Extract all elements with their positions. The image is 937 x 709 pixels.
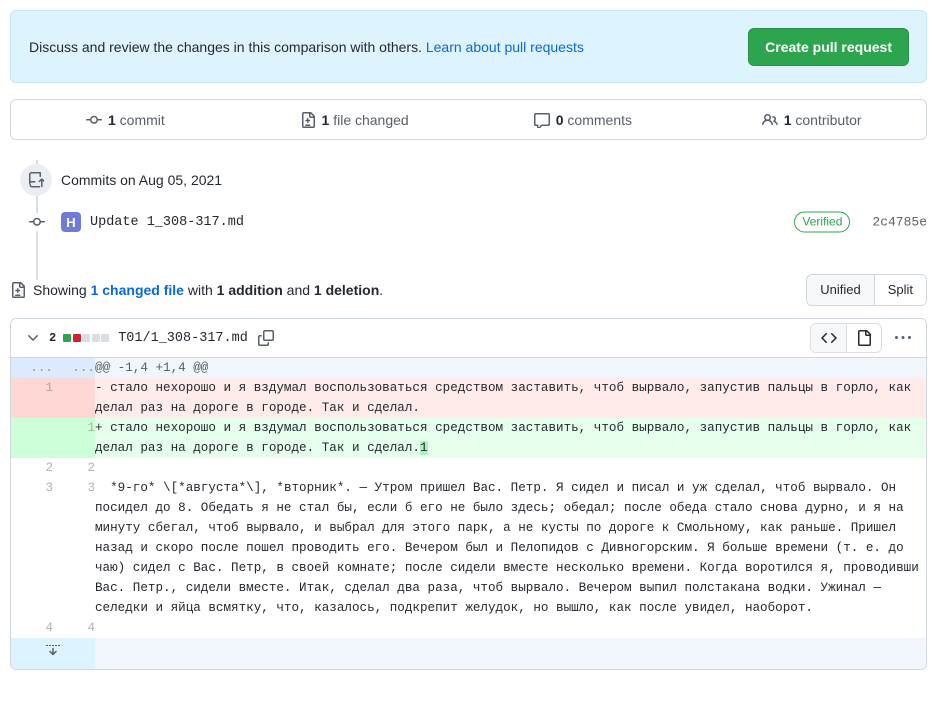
showing-prefix: Showing bbox=[33, 282, 91, 298]
file-icon[interactable] bbox=[846, 324, 881, 352]
diff-row-addition: 1 + стало нехорошо и я вздумал воспользо… bbox=[11, 418, 926, 458]
file-diff-header: 2 T01/1_308-317.md bbox=[11, 319, 926, 358]
stat-files-changed[interactable]: 1 file changed bbox=[240, 111, 469, 128]
stat-comments-text: 0 comments bbox=[556, 112, 632, 128]
showing-middle: with bbox=[183, 282, 217, 298]
diff-line-content: *9-го* \[*августа*\], *вторник*. — Утром… bbox=[95, 478, 926, 618]
diff-line-content: - стало нехорошо и я вздумал воспользова… bbox=[95, 378, 926, 418]
avatar[interactable]: H bbox=[61, 212, 81, 232]
commit-node-icon bbox=[28, 213, 46, 231]
file-diff-icon bbox=[10, 282, 26, 298]
commit-icon bbox=[85, 112, 102, 128]
diff-row-deletion: 1 - стало нехорошо и я вздумал воспользо… bbox=[11, 378, 926, 418]
stat-contributors[interactable]: 1 contributor bbox=[697, 112, 926, 128]
line-number-old[interactable]: 1 bbox=[11, 378, 53, 418]
stat-commits-text: 1 commit bbox=[108, 112, 165, 128]
compare-banner: Discuss and review the changes in this c… bbox=[10, 10, 927, 83]
diff-line-content bbox=[95, 618, 926, 638]
diff-hunk-header-text: @@ -1,4 +1,4 @@ bbox=[95, 358, 926, 378]
diff-stat-square-neutral bbox=[91, 334, 100, 342]
expand-down-icon bbox=[45, 642, 61, 658]
expand-down-button[interactable] bbox=[11, 638, 95, 669]
diff-stat-square-del bbox=[72, 334, 81, 342]
additions-count: 1 addition bbox=[216, 282, 283, 298]
showing-suffix: . bbox=[379, 282, 384, 298]
diff-summary-row: Showing 1 changed file with 1 addition a… bbox=[10, 274, 927, 306]
file-diff-icon bbox=[300, 111, 316, 128]
learn-about-pull-requests-link[interactable]: Learn about pull requests bbox=[426, 39, 584, 55]
tab-split[interactable]: Split bbox=[873, 275, 926, 305]
diff-stat-square-neutral bbox=[101, 334, 110, 342]
banner-message: Discuss and review the changes in this c… bbox=[29, 39, 584, 55]
chevron-down-icon[interactable] bbox=[25, 330, 41, 346]
stat-contributors-label: contributor bbox=[791, 111, 862, 128]
kebab-horizontal-icon[interactable] bbox=[890, 325, 916, 351]
diff-view-toggle: Unified Split bbox=[806, 274, 927, 306]
diff-row-context: 4 4 bbox=[11, 618, 926, 638]
commit-meta: Verified 2c4785e bbox=[794, 211, 927, 233]
diff-line-content bbox=[95, 458, 926, 478]
diff-line-content: + стало нехорошо и я вздумал воспользова… bbox=[95, 418, 926, 458]
commits-group-label: Commits on Aug 05, 2021 bbox=[61, 172, 223, 188]
diff-row-context: 3 3 *9-го* \[*августа*\], *вторник*. — У… bbox=[11, 478, 926, 618]
copy-icon[interactable] bbox=[257, 330, 274, 346]
create-pull-request-button[interactable]: Create pull request bbox=[748, 27, 909, 66]
commit-sha-link[interactable]: 2c4785e bbox=[872, 215, 927, 230]
diff-stat-squares bbox=[63, 334, 110, 342]
code-icon[interactable] bbox=[811, 324, 846, 352]
status-badge[interactable]: Verified bbox=[794, 211, 851, 233]
line-number-new[interactable]: 4 bbox=[53, 618, 95, 638]
compare-stats-bar: 1 commit 1 file changed 0 comments 1 con… bbox=[10, 99, 927, 140]
banner-message-text: Discuss and review the changes in this c… bbox=[29, 38, 426, 55]
stat-commits[interactable]: 1 commit bbox=[11, 112, 240, 128]
expand-row-filler bbox=[95, 638, 926, 669]
diff-line-text: + стало нехорошо и я вздумал воспользова… bbox=[95, 421, 919, 455]
stat-comments-label: comments bbox=[563, 111, 632, 128]
file-diff-container: 2 T01/1_308-317.md ... ... @@ -1,4 +1,4 … bbox=[10, 318, 927, 670]
commit-message-link[interactable]: Update 1_308-317.md bbox=[90, 215, 244, 230]
avatar-glyph: H bbox=[66, 214, 76, 230]
file-path[interactable]: T01/1_308-317.md bbox=[118, 331, 248, 346]
line-number-old[interactable]: 3 bbox=[11, 478, 53, 618]
file-view-toggle bbox=[810, 323, 882, 353]
stat-comments[interactable]: 0 comments bbox=[469, 112, 698, 128]
diff-stat-square-add bbox=[63, 334, 72, 342]
diff-expand-row bbox=[11, 638, 926, 669]
diff-stat-square-neutral bbox=[82, 334, 91, 342]
stat-comments-count: 0 bbox=[555, 111, 564, 128]
commits-section: Commits on Aug 05, 2021 H Update 1_308-3… bbox=[10, 160, 927, 280]
commits-group-header: Commits on Aug 05, 2021 bbox=[10, 160, 927, 200]
line-number-new[interactable]: 1 bbox=[53, 418, 95, 458]
line-number-new[interactable]: 3 bbox=[53, 478, 95, 618]
line-number-old[interactable]: ... bbox=[11, 358, 53, 378]
diff-summary-text: Showing 1 changed file with 1 addition a… bbox=[33, 282, 383, 298]
stat-commits-label: commit bbox=[115, 111, 165, 128]
repo-push-icon bbox=[20, 164, 52, 196]
stat-commits-count: 1 bbox=[107, 111, 116, 128]
people-icon bbox=[761, 112, 778, 128]
diff-hunk-header-row: ... ... @@ -1,4 +1,4 @@ bbox=[11, 358, 926, 378]
line-number-new[interactable]: ... bbox=[53, 358, 95, 378]
line-number-old[interactable]: 2 bbox=[11, 458, 53, 478]
showing-conjunction: and bbox=[282, 282, 314, 298]
stat-contributors-count: 1 bbox=[783, 111, 792, 128]
word-diff-highlight: 1 bbox=[419, 441, 428, 455]
line-number-new[interactable]: 2 bbox=[53, 458, 95, 478]
file-change-count: 2 bbox=[49, 331, 57, 345]
commit-row: H Update 1_308-317.md Verified 2c4785e bbox=[10, 200, 927, 244]
tab-unified[interactable]: Unified bbox=[807, 275, 874, 305]
line-number-old[interactable] bbox=[11, 418, 53, 458]
line-number-old[interactable]: 4 bbox=[11, 618, 53, 638]
diff-table: ... ... @@ -1,4 +1,4 @@ 1 - стало нехоро… bbox=[11, 358, 926, 669]
line-number-new[interactable] bbox=[53, 378, 95, 418]
deletions-count: 1 deletion bbox=[313, 282, 380, 298]
file-action-buttons bbox=[810, 323, 916, 353]
stat-files-changed-label: file changed bbox=[329, 111, 409, 128]
stat-files-changed-text: 1 file changed bbox=[322, 112, 409, 128]
pull-request-compare-page: Discuss and review the changes in this c… bbox=[0, 0, 937, 709]
changed-file-link[interactable]: 1 changed file bbox=[91, 282, 184, 298]
diff-row-context: 2 2 bbox=[11, 458, 926, 478]
stat-contributors-text: 1 contributor bbox=[784, 112, 862, 128]
comment-icon bbox=[533, 112, 550, 128]
